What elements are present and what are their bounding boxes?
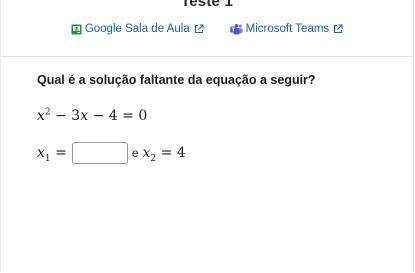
microsoft-teams-link[interactable]: Microsoft Teams: [229, 23, 344, 35]
equation-coefficient: 3: [71, 108, 81, 124]
x2-value: 4: [176, 145, 186, 161]
question-prompt: Qual é a solução faltante da equação a s…: [37, 73, 316, 87]
answer-row: x1 = e x2 = 4: [37, 142, 186, 164]
equation-exponent: 2: [44, 107, 51, 118]
answer-input[interactable]: [71, 142, 128, 164]
external-link-icon: [333, 24, 343, 34]
equation-constant: 4: [108, 108, 118, 124]
x2-equals: =: [160, 145, 173, 161]
x1-variable: x: [37, 145, 45, 161]
google-classroom-label: Google Sala de Aula: [84, 23, 190, 35]
conjunction: e: [131, 146, 139, 160]
google-classroom-icon: [71, 24, 82, 35]
x1-label: x1 =: [37, 145, 67, 164]
x1-subscript: 1: [44, 153, 51, 164]
x1-equals: =: [55, 145, 67, 161]
external-link-icon: [194, 24, 204, 34]
equation-equals: =: [122, 108, 134, 124]
google-classroom-link[interactable]: Google Sala de Aula: [71, 23, 204, 35]
equation-variable: x: [80, 108, 89, 124]
microsoft-teams-label: Microsoft Teams: [245, 23, 330, 35]
page-title: Teste 1: [181, 0, 233, 10]
x2-subscript: 2: [150, 153, 157, 164]
equation-variable: x: [37, 108, 45, 124]
x2-expression: x2 = 4: [143, 145, 186, 164]
equation-rhs: 0: [138, 108, 148, 124]
equation: x2 − 3x − 4 = 0: [37, 108, 147, 124]
header-divider: [1, 56, 413, 57]
share-links: Google Sala de Aula Microsoft Teams: [1, 23, 413, 35]
microsoft-teams-icon: [229, 23, 243, 35]
equation-operator: −: [92, 108, 105, 124]
equation-operator: −: [55, 108, 67, 124]
page-frame: Teste 1 Google Sala de Aula Microsoft Te…: [0, 0, 414, 272]
